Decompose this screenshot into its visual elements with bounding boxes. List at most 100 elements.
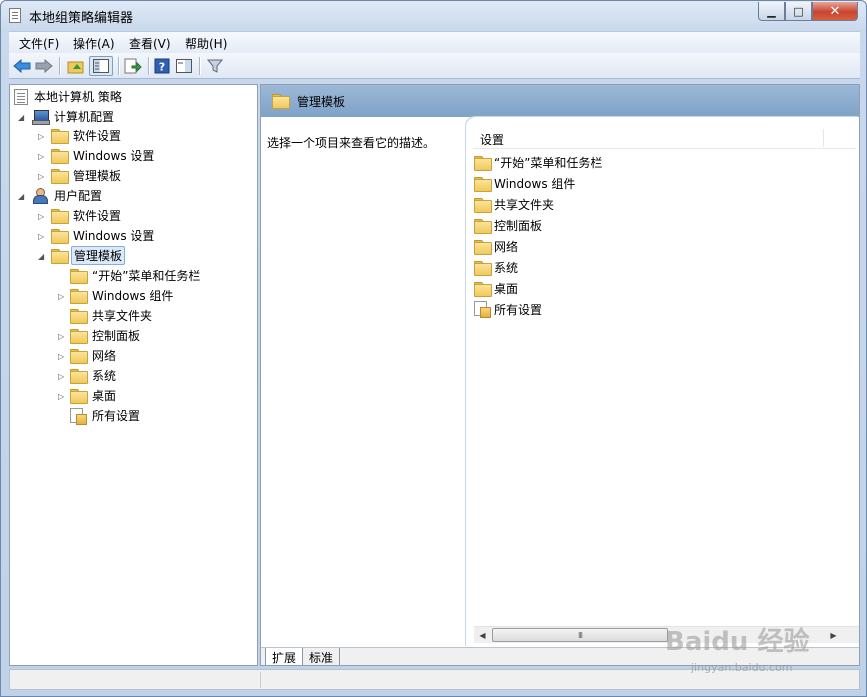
window-title: 本地组策略编辑器 [29, 11, 134, 26]
list-item-all-settings[interactable]: 所有设置 [474, 299, 542, 319]
folder-icon [474, 239, 492, 255]
folder-icon [51, 249, 69, 264]
expand-arrow-icon[interactable]: ▷ [38, 233, 46, 241]
expand-arrow-icon[interactable]: ▷ [58, 353, 66, 361]
list-item-network[interactable]: 网络 [474, 236, 518, 256]
column-header-label: 设置 [480, 133, 505, 147]
tree-item-network[interactable]: 网络 [70, 346, 118, 365]
help-icon[interactable]: ? [152, 56, 172, 76]
computer-icon [32, 109, 50, 125]
minimize-button[interactable]: ▁ [758, 2, 785, 21]
column-header-setting[interactable]: 设置 [473, 127, 856, 149]
baidu-watermark-logo: Baidu 经验 [665, 627, 810, 657]
tab-extended[interactable]: 扩展 [265, 648, 304, 665]
filter-icon[interactable] [205, 56, 225, 76]
maximize-button[interactable]: □ [785, 2, 812, 21]
tree-item-system[interactable]: 系统 [70, 366, 118, 385]
description-panel: 选择一个项目来查看它的描述。 [261, 117, 466, 647]
list-item-system[interactable]: 系统 [474, 257, 518, 277]
folder-icon [70, 309, 88, 324]
back-arrow-icon[interactable] [12, 56, 32, 76]
menu-action[interactable]: 操作(A) [73, 35, 115, 52]
expand-arrow-icon[interactable]: ▷ [38, 133, 46, 141]
export-list-icon[interactable] [123, 56, 143, 76]
column-divider[interactable] [823, 129, 824, 147]
folder-icon [51, 149, 69, 164]
tree-item-software-settings[interactable]: 软件设置 [51, 126, 123, 145]
policy-editor-icon [9, 8, 21, 23]
collapse-arrow-icon[interactable]: ◢ [18, 114, 26, 122]
tab-standard[interactable]: 标准 [303, 648, 341, 665]
folder-icon [70, 289, 88, 304]
folder-icon [474, 197, 492, 213]
list-item-shared-folders[interactable]: 共享文件夹 [474, 194, 554, 214]
tree-item-admin-templates[interactable]: 管理模板 [51, 166, 123, 185]
menu-view[interactable]: 查看(V) [129, 35, 171, 52]
folder-icon [272, 94, 290, 109]
tree-item-computer-config[interactable]: 计算机配置 [32, 107, 116, 126]
toolbar: ? [9, 53, 860, 79]
expand-arrow-icon[interactable]: ▷ [38, 173, 46, 181]
scrollbar-thumb[interactable]: III [492, 628, 668, 642]
folder-icon [51, 229, 69, 244]
toolbar-separator [148, 57, 149, 75]
scroll-right-arrow-icon[interactable]: ▶ [825, 627, 842, 643]
status-divider [260, 672, 261, 688]
user-icon [32, 188, 48, 204]
tree-item-user-admin-templates[interactable]: 管理模板 [51, 246, 126, 265]
baidu-watermark-url: jingyan.baidu.com [691, 661, 793, 674]
details-header: 管理模板 [261, 85, 859, 117]
policy-icon [14, 88, 28, 105]
tree-root[interactable]: 本地计算机 策略 [14, 87, 124, 106]
list-item-desktop[interactable]: 桌面 [474, 278, 518, 298]
forward-arrow-icon[interactable] [34, 56, 54, 76]
folder-icon [51, 129, 69, 144]
show-hide-tree-icon[interactable] [89, 56, 113, 76]
expand-arrow-icon[interactable]: ▷ [58, 393, 66, 401]
tree-item-all-settings[interactable]: 所有设置 [70, 406, 142, 425]
tree-item-control-panel[interactable]: 控制面板 [70, 326, 142, 345]
tree-item-user-config[interactable]: 用户配置 [32, 186, 104, 205]
tree-item-windows-components[interactable]: Windows 组件 [70, 286, 175, 305]
all-settings-icon [70, 407, 87, 425]
folder-icon [70, 369, 88, 384]
folder-icon [70, 389, 88, 404]
folder-icon [474, 281, 492, 297]
folder-icon [474, 155, 492, 171]
menu-bar: 文件(F) 操作(A) 查看(V) 帮助(H) [9, 31, 860, 53]
tree-item-desktop[interactable]: 桌面 [70, 386, 118, 405]
collapse-arrow-icon[interactable]: ◢ [38, 253, 46, 261]
list-item-windows-components[interactable]: Windows 组件 [474, 173, 575, 193]
title-bar[interactable]: 本地组策略编辑器 ▁ □ ✕ [1, 1, 866, 31]
expand-arrow-icon[interactable]: ▷ [38, 153, 46, 161]
expand-arrow-icon[interactable]: ▷ [58, 373, 66, 381]
description-text: 选择一个项目来查看它的描述。 [267, 136, 436, 150]
collapse-arrow-icon[interactable]: ◢ [18, 193, 26, 201]
tree-item-user-software-settings[interactable]: 软件设置 [51, 206, 123, 225]
scroll-left-arrow-icon[interactable]: ◀ [474, 627, 491, 643]
settings-list[interactable]: 设置 “开始”菜单和任务栏 Windows 组件 共享文件夹 控制面板 网络 系… [466, 117, 859, 647]
folder-icon [70, 349, 88, 364]
tree-item-shared-folders[interactable]: 共享文件夹 [70, 306, 154, 325]
expand-arrow-icon[interactable]: ▷ [38, 213, 46, 221]
folder-icon [474, 260, 492, 276]
folder-icon [70, 329, 88, 344]
details-pane: 管理模板 选择一个项目来查看它的描述。 设置 “开始”菜单和任务栏 Window… [260, 84, 860, 666]
show-hide-action-pane-icon[interactable] [174, 56, 194, 76]
folder-icon [474, 218, 492, 234]
close-button[interactable]: ✕ [812, 2, 858, 21]
folder-icon [51, 169, 69, 184]
expand-arrow-icon[interactable]: ▷ [58, 293, 66, 301]
scrollbar-corner [842, 627, 859, 643]
all-settings-icon [474, 301, 491, 318]
expand-arrow-icon[interactable]: ▷ [58, 333, 66, 341]
menu-help[interactable]: 帮助(H) [185, 35, 227, 52]
tree-pane[interactable]: 本地计算机 策略 ◢ 计算机配置 ▷ 软件设置 ▷ Windows 设置 ▷ 管… [9, 84, 258, 666]
list-item-start-menu[interactable]: “开始”菜单和任务栏 [474, 152, 602, 172]
tree-item-windows-settings[interactable]: Windows 设置 [51, 146, 156, 165]
list-item-control-panel[interactable]: 控制面板 [474, 215, 542, 235]
tree-item-start-menu[interactable]: “开始”菜单和任务栏 [70, 266, 202, 285]
up-folder-icon[interactable] [66, 56, 86, 76]
tree-item-user-windows-settings[interactable]: Windows 设置 [51, 226, 156, 245]
menu-file[interactable]: 文件(F) [19, 35, 59, 52]
